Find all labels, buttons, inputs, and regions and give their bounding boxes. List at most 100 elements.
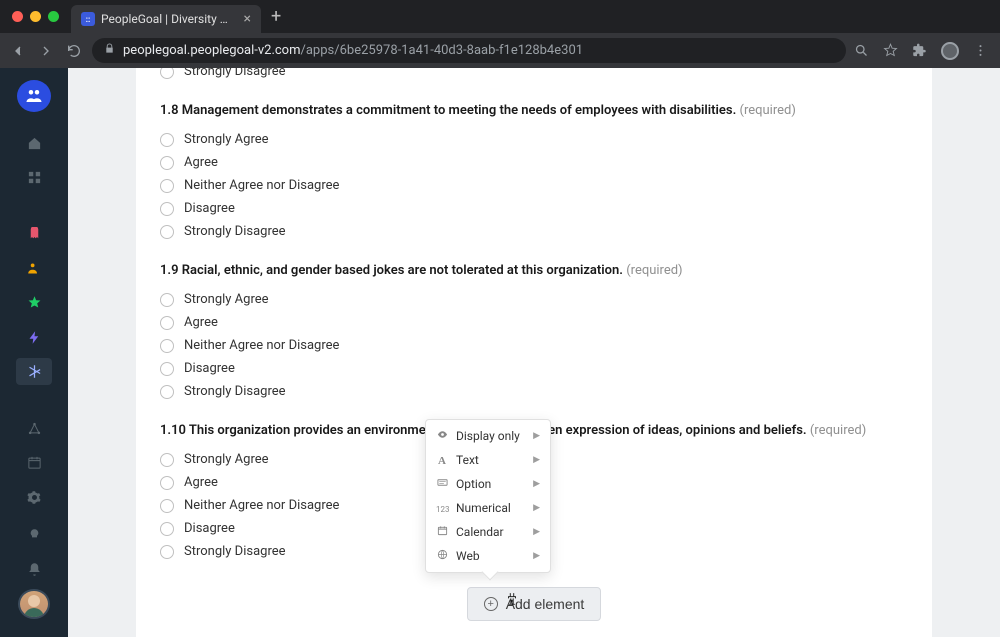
option-label: Agree	[184, 155, 218, 170]
option-label: Disagree	[184, 201, 235, 216]
minimize-window-icon[interactable]	[30, 11, 41, 22]
bookmark-icon[interactable]	[883, 43, 898, 58]
profile-icon[interactable]	[941, 42, 959, 60]
radio-icon[interactable]	[160, 156, 174, 170]
page: Strongly Disagree 1.8 Management demonst…	[68, 68, 1000, 637]
menu-item-display-only[interactable]: Display only▶	[426, 424, 550, 448]
option-row[interactable]: Agree	[160, 315, 908, 330]
option-label: Strongly Agree	[184, 292, 269, 307]
option-row[interactable]: Disagree	[160, 361, 908, 376]
question-text: 1.8 Management demonstrates a commitment…	[160, 103, 908, 118]
app: Strongly Disagree 1.8 Management demonst…	[0, 68, 1000, 637]
option-row[interactable]: Agree	[160, 155, 908, 170]
radio-icon[interactable]	[160, 385, 174, 399]
nav-graph[interactable]	[16, 415, 52, 441]
question: 1.8 Management demonstrates a commitment…	[160, 103, 908, 239]
chevron-right-icon: ▶	[533, 455, 540, 465]
option-row[interactable]: Disagree	[160, 201, 908, 216]
address-bar: peoplegoal.peoplegoal-v2.com/apps/6be259…	[0, 33, 1000, 68]
radio-icon[interactable]	[160, 476, 174, 490]
menu-item-calendar[interactable]: Calendar ▶	[426, 520, 550, 544]
menu-item-label: Text	[456, 453, 525, 467]
option-row[interactable]: Neither Agree nor Disagree	[160, 338, 908, 353]
option-label: Neither Agree nor Disagree	[184, 178, 339, 193]
radio-icon[interactable]	[160, 293, 174, 307]
reload-button[interactable]	[64, 41, 84, 61]
new-tab-button[interactable]: +	[261, 6, 291, 27]
user-avatar[interactable]	[18, 589, 50, 619]
chevron-right-icon: ▶	[533, 527, 540, 537]
option-label: Neither Agree nor Disagree	[184, 338, 339, 353]
tab-bar: :: PeopleGoal | Diversity and Incl × +	[0, 0, 1000, 33]
radio-icon[interactable]	[160, 225, 174, 239]
url-field[interactable]: peoplegoal.peoplegoal-v2.com/apps/6be259…	[92, 38, 846, 63]
menu-item-numerical[interactable]: 123Numerical▶	[426, 496, 550, 520]
nav-settings[interactable]	[16, 484, 52, 510]
option-label: Strongly Disagree	[184, 544, 286, 559]
option-label: Disagree	[184, 361, 235, 376]
radio-icon[interactable]	[160, 202, 174, 216]
option-row[interactable]: Strongly Agree	[160, 292, 908, 307]
option-row[interactable]: Strongly Disagree	[160, 68, 908, 79]
question: 1.9 Racial, ethnic, and gender based jok…	[160, 263, 908, 399]
browser-chrome: :: PeopleGoal | Diversity and Incl × + p…	[0, 0, 1000, 68]
radio-icon[interactable]	[160, 362, 174, 376]
radio-icon[interactable]	[160, 68, 174, 79]
chevron-right-icon: ▶	[533, 479, 540, 489]
menu-item-label: Calendar	[456, 525, 525, 539]
add-element-button[interactable]: + Add element	[467, 587, 602, 621]
radio-icon[interactable]	[160, 499, 174, 513]
nav-calendar[interactable]	[16, 450, 52, 476]
menu-item-web[interactable]: Web ▶	[426, 544, 550, 568]
radio-icon[interactable]	[160, 179, 174, 193]
close-tab-icon[interactable]: ×	[236, 11, 251, 27]
nav-people[interactable]	[16, 256, 52, 282]
radio-icon[interactable]	[160, 133, 174, 147]
required-label: (required)	[810, 423, 866, 438]
add-element-wrap: Display only▶AText▶Option▶123Numerical▶C…	[160, 587, 908, 621]
nav-asterisk[interactable]	[16, 358, 52, 384]
tab-title: PeopleGoal | Diversity and Incl	[101, 12, 231, 26]
nav-apps[interactable]	[16, 164, 52, 190]
forward-button[interactable]	[36, 41, 56, 61]
menu-item-label: Option	[456, 477, 525, 491]
zoom-icon[interactable]	[854, 43, 869, 58]
required-label: (required)	[740, 103, 796, 118]
close-window-icon[interactable]	[12, 11, 23, 22]
option-row[interactable]: Strongly Agree	[160, 132, 908, 147]
back-button[interactable]	[8, 41, 28, 61]
nav-home[interactable]	[16, 130, 52, 156]
nav-hints[interactable]	[16, 522, 52, 548]
logo[interactable]	[17, 80, 51, 112]
question-text: 1.9 Racial, ethnic, and gender based jok…	[160, 263, 908, 278]
browser-tab[interactable]: :: PeopleGoal | Diversity and Incl ×	[71, 5, 261, 33]
nav-ghost[interactable]	[16, 221, 52, 247]
add-element-label: Add element	[506, 596, 585, 612]
plus-circle-icon: +	[484, 597, 498, 611]
radio-icon[interactable]	[160, 453, 174, 467]
nav-star[interactable]	[16, 290, 52, 316]
option-icon	[436, 477, 448, 491]
nav-energy[interactable]	[16, 324, 52, 350]
radio-icon[interactable]	[160, 545, 174, 559]
option-label: Disagree	[184, 521, 235, 536]
radio-icon[interactable]	[160, 339, 174, 353]
nav-notifications[interactable]	[16, 557, 52, 583]
maximize-window-icon[interactable]	[48, 11, 59, 22]
option-label: Agree	[184, 475, 218, 490]
option-list: Strongly Agree Agree Neither Agree nor Dis…	[160, 292, 908, 399]
radio-icon[interactable]	[160, 316, 174, 330]
window-controls	[8, 11, 59, 22]
menu-item-option[interactable]: Option ▶	[426, 472, 550, 496]
option-row[interactable]: Neither Agree nor Disagree	[160, 178, 908, 193]
option-label: Strongly Agree	[184, 132, 269, 147]
chevron-right-icon: ▶	[533, 551, 540, 561]
option-row[interactable]: Strongly Disagree	[160, 224, 908, 239]
option-label: Strongly Disagree	[184, 384, 286, 399]
option-row[interactable]: Strongly Disagree	[160, 384, 908, 399]
menu-item-text[interactable]: AText▶	[426, 448, 550, 472]
menu-item-label: Web	[456, 549, 525, 563]
radio-icon[interactable]	[160, 522, 174, 536]
extensions-icon[interactable]	[912, 43, 927, 58]
menu-icon[interactable]	[973, 43, 988, 58]
